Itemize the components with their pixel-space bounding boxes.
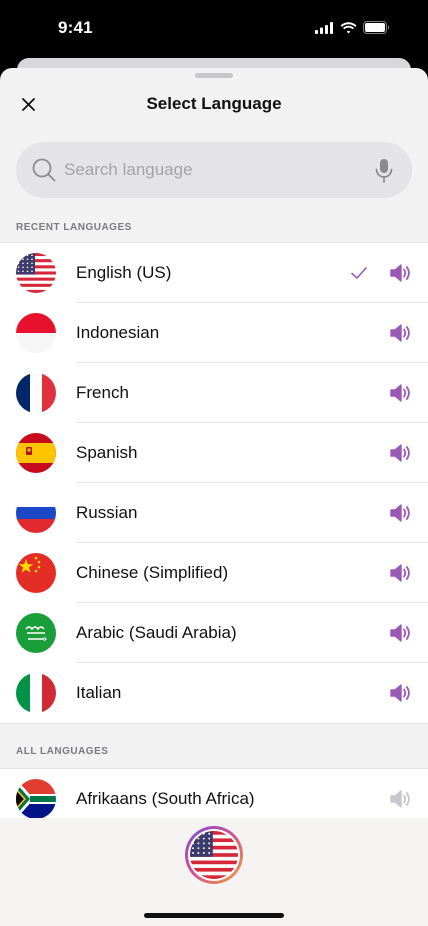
checkmark-icon	[350, 264, 368, 282]
speaker-icon[interactable]	[389, 323, 411, 343]
search-icon	[32, 158, 56, 182]
status-bar: 9:41	[0, 0, 428, 58]
language-name: French	[76, 383, 129, 402]
speaker-icon[interactable]	[389, 263, 411, 283]
speaker-icon[interactable]	[389, 683, 411, 703]
section-header-recent: RECENT LANGUAGES	[16, 222, 132, 233]
battery-icon	[363, 21, 390, 34]
language-name: Russian	[76, 503, 138, 522]
spain-flag-icon	[16, 433, 56, 473]
language-row[interactable]: Chinese (Simplified)	[0, 543, 428, 603]
speaker-icon[interactable]	[389, 443, 411, 463]
us-flag-icon	[16, 253, 56, 293]
language-row[interactable]: Russian	[0, 483, 428, 543]
italy-flag-icon	[16, 673, 56, 713]
language-name: Chinese (Simplified)	[76, 563, 229, 582]
page-title: Select Language	[146, 94, 282, 113]
language-row[interactable]: Indonesian	[0, 303, 428, 363]
recent-languages-list: English (US) Indonesian French Spanish Russi…	[0, 242, 428, 724]
language-name: Italian	[76, 683, 122, 702]
us-flag-icon	[190, 831, 238, 879]
france-flag-icon	[16, 373, 56, 413]
language-name: English (US)	[76, 263, 172, 282]
language-name: Indonesian	[76, 323, 160, 342]
south-africa-flag-icon	[16, 779, 56, 819]
language-row[interactable]: Spanish	[0, 423, 428, 483]
search-input[interactable]	[64, 152, 364, 188]
wifi-icon	[340, 21, 357, 33]
language-row[interactable]: French	[0, 363, 428, 423]
search-bar[interactable]	[16, 142, 412, 198]
language-row[interactable]: Arabic (Saudi Arabia)	[0, 603, 428, 663]
section-header-all: ALL LANGUAGES	[16, 746, 109, 757]
cellular-signal-icon	[315, 21, 333, 34]
russia-flag-icon	[16, 493, 56, 533]
china-flag-icon	[16, 553, 56, 593]
language-name: Spanish	[76, 443, 138, 462]
status-icons	[315, 21, 390, 34]
speaker-icon[interactable]	[389, 623, 411, 643]
language-name: Arabic (Saudi Arabia)	[76, 623, 237, 642]
bottom-bar	[0, 818, 428, 926]
language-name: Afrikaans (South Africa)	[76, 789, 255, 808]
home-indicator	[144, 913, 284, 918]
language-sheet: Select Language RECENT LANGUAGES English…	[0, 68, 428, 926]
indonesia-flag-icon	[16, 313, 56, 353]
language-row[interactable]: Italian	[0, 663, 428, 723]
current-language-button[interactable]	[185, 826, 243, 884]
sheet-grabber[interactable]	[195, 73, 233, 78]
microphone-icon[interactable]	[374, 158, 394, 184]
speaker-icon[interactable]	[389, 563, 411, 583]
speaker-icon[interactable]	[389, 503, 411, 523]
status-time: 9:41	[58, 18, 93, 37]
speaker-icon[interactable]	[389, 789, 411, 809]
language-row[interactable]: English (US)	[0, 243, 428, 303]
speaker-icon[interactable]	[389, 383, 411, 403]
saudi-arabia-flag-icon	[16, 613, 56, 653]
